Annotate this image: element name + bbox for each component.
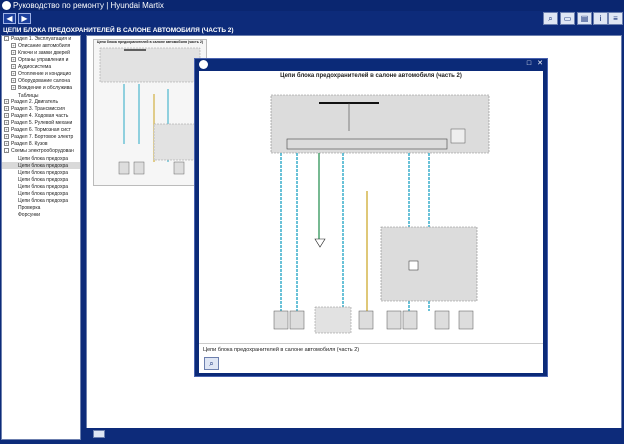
arrow-right-icon: ▶ (21, 14, 28, 23)
tree-item[interactable]: Таблицы (2, 92, 80, 99)
tree-item[interactable]: - Раздел 1. Эксплуатация и (2, 36, 80, 43)
tree-item[interactable]: Цепи блока предохра (2, 155, 80, 162)
panel-toggle-button[interactable] (93, 430, 105, 438)
expand-icon[interactable]: + (4, 141, 9, 146)
tree-item-label: Раздел 3. Трансмиссия (11, 106, 65, 112)
tree-item[interactable]: Цепи блока предохра (2, 176, 80, 183)
tree-item-label: Схемы электрооборудован (11, 148, 74, 154)
tree-item[interactable]: + Вождение и обслужива (2, 85, 80, 92)
status-bar (86, 428, 622, 440)
tree-item[interactable]: + Раздел 7. Бортовое электр (2, 134, 80, 141)
tree-item-label: Раздел 1. Эксплуатация и (11, 36, 72, 42)
maximize-icon[interactable]: □ (525, 60, 533, 68)
tree-item[interactable]: Цепи блока предохра (2, 169, 80, 176)
print-icon: ▤ (580, 14, 589, 23)
tree-item[interactable]: Форсунки (2, 211, 80, 218)
expand-icon[interactable]: + (4, 113, 9, 118)
zoom-icon: ⌕ (548, 14, 553, 23)
navigation-tree[interactable]: - Раздел 1. Эксплуатация и + Описание автом… (1, 35, 81, 440)
wiring-diagram (270, 94, 490, 334)
expand-icon[interactable]: + (11, 78, 16, 83)
tree-item-label: Форсунки (18, 212, 41, 218)
expand-icon[interactable]: + (4, 120, 9, 125)
tree-item-label: Раздел 8. Кузов (11, 141, 48, 147)
tree-item-label: Отопление и кондицио (18, 71, 72, 77)
app-window: Руководство по ремонту | Hyundai Martix … (0, 0, 624, 444)
title-bar: Руководство по ремонту | Hyundai Martix (0, 0, 624, 11)
tree-item-label: Раздел 7. Бортовое электр (11, 134, 74, 140)
page-title: ЦЕПИ БЛОКА ПРЕДОХРАНИТЕЛЕЙ В САЛОНЕ АВТО… (0, 26, 624, 35)
tree-item[interactable]: - Схемы электрооборудован (2, 148, 80, 155)
tree-item[interactable]: + Оборудование салона (2, 78, 80, 85)
app-logo-icon (2, 1, 11, 10)
expand-icon[interactable]: + (11, 57, 16, 62)
tree-item[interactable]: + Органы управления и (2, 57, 80, 64)
forward-button[interactable]: ▶ (18, 13, 31, 24)
menu-button[interactable]: ≡ (608, 12, 623, 25)
tree-item-label: Оборудование салона (18, 78, 70, 84)
expand-icon[interactable]: + (11, 71, 16, 76)
tree-item[interactable]: + Раздел 2. Двигатель (2, 99, 80, 106)
zoom-button[interactable]: ⌕ (543, 12, 558, 25)
expand-icon[interactable]: + (11, 64, 16, 69)
tree-item[interactable]: + Раздел 6. Тормозная сист (2, 127, 80, 134)
diagram-popup-window: □ ✕ Цепи блока предохранителей в салоне … (194, 58, 548, 377)
diagram-title: Цепи блока предохранителей в салоне авто… (280, 73, 462, 79)
tree-item-label: Раздел 6. Тормозная сист (11, 127, 71, 133)
tree-item[interactable]: + Ключи и замки дверей (2, 50, 80, 57)
tree-item[interactable]: + Аудиосистема (2, 64, 80, 71)
tree-item-label: Ключи и замки дверей (18, 50, 70, 56)
diagram-caption: Цепи блока предохранителей в салоне авто… (199, 343, 543, 356)
expand-icon[interactable]: + (11, 43, 16, 48)
info-icon: i (599, 14, 602, 23)
expand-icon[interactable]: + (4, 134, 9, 139)
tree-item-label: Аудиосистема (18, 64, 52, 70)
tree-item[interactable]: Проверка (2, 204, 80, 211)
tree-item[interactable]: + Описание автомобиля (2, 43, 80, 50)
tree-item[interactable]: Цепи блока предохра (2, 190, 80, 197)
app-logo-icon (199, 60, 208, 69)
info-button[interactable]: i (593, 12, 608, 25)
close-icon[interactable]: ✕ (536, 60, 544, 68)
tree-item[interactable]: + Раздел 8. Кузов (2, 141, 80, 148)
tree-item[interactable]: Цепи блока предохра (2, 183, 80, 190)
tree-item-label: Раздел 2. Двигатель (11, 99, 59, 105)
expand-icon[interactable]: + (11, 50, 16, 55)
image-button[interactable]: ▭ (560, 12, 575, 25)
window-title: Руководство по ремонту | Hyundai Martix (13, 1, 164, 10)
popup-body: Цепи блока предохранителей в салоне авто… (199, 71, 543, 373)
image-icon: ▭ (563, 14, 572, 23)
collapse-icon[interactable]: - (4, 148, 9, 153)
expand-icon[interactable]: + (4, 106, 9, 111)
tree-item-label: Вождение и обслужива (18, 85, 73, 91)
menu-icon: ≡ (613, 14, 618, 23)
print-button[interactable]: ▤ (577, 12, 592, 25)
expand-icon[interactable]: + (4, 127, 9, 132)
tree-item-label: Описание автомобиля (18, 43, 71, 49)
expand-icon[interactable]: + (11, 85, 16, 90)
tree-item[interactable]: + Отопление и кондицио (2, 71, 80, 78)
tree-item[interactable]: Цепи блока предохра (2, 197, 80, 204)
collapse-icon[interactable]: - (4, 36, 9, 41)
tree-item-label: Раздел 4. Ходовая часть (11, 113, 69, 119)
tree-item[interactable]: + Раздел 3. Трансмиссия (2, 106, 80, 113)
tree-item[interactable]: + Раздел 5. Рулевой механи (2, 120, 80, 127)
popup-zoom-button[interactable]: ⌕ (204, 357, 219, 370)
tree-item-label: Органы управления и (18, 57, 69, 63)
expand-icon[interactable]: + (4, 99, 9, 104)
back-button[interactable]: ◀ (3, 13, 16, 24)
thumbnail-diagram (99, 47, 203, 175)
popup-title-bar[interactable]: □ ✕ (195, 59, 547, 70)
tree-item[interactable]: + Раздел 4. Ходовая часть (2, 113, 80, 120)
tree-item[interactable]: Цепи блока предохра (2, 162, 80, 169)
arrow-left-icon: ◀ (6, 14, 13, 23)
tree-item-label: Раздел 5. Рулевой механи (11, 120, 73, 126)
toolbar: ◀ ▶ ⌕ ▭ ▤ i ≡ (0, 11, 624, 26)
zoom-icon: ⌕ (209, 359, 214, 368)
diagram-thumbnail[interactable]: Цепи блока предохранителей в салоне авто… (93, 39, 207, 186)
